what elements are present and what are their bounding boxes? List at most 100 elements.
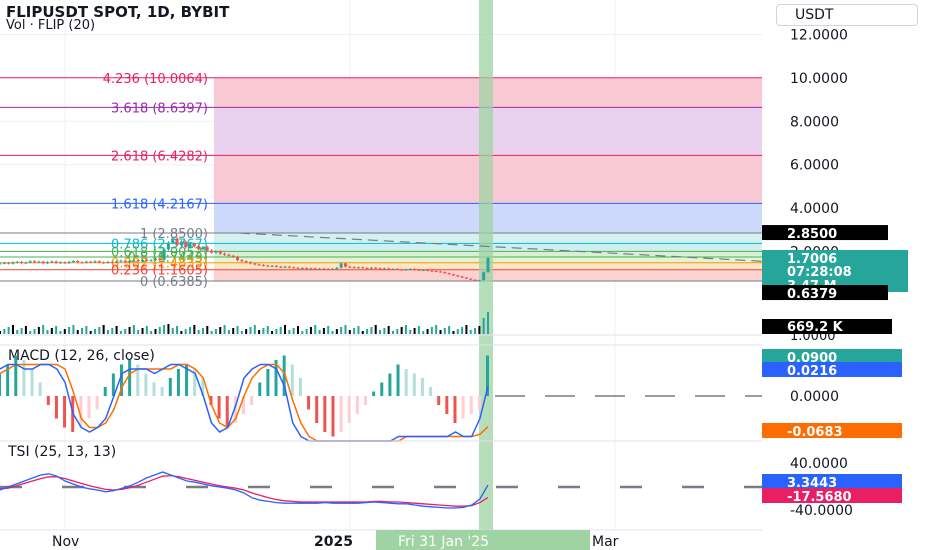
candle-body	[193, 244, 196, 246]
fib-label-2.618: 2.618 (6.4282)	[111, 149, 208, 164]
volume-bar	[457, 329, 459, 334]
chart-canvas[interactable]: 4.236 (10.0064)3.618 (8.6397)2.618 (6.42…	[0, 0, 932, 550]
candle-body	[119, 261, 122, 262]
macd-histogram-bar	[39, 383, 42, 397]
candle-body	[249, 262, 252, 263]
candle-body	[318, 269, 321, 270]
volume-bar	[120, 331, 122, 334]
macd-histogram-bar	[364, 396, 367, 405]
candle-body	[344, 263, 347, 266]
candle-body	[214, 252, 217, 253]
macd-histogram-bar	[356, 396, 359, 414]
candle-body	[98, 261, 101, 262]
candle-body	[288, 267, 291, 268]
volume-bar	[452, 331, 454, 334]
volume-bar	[388, 326, 390, 334]
volume-bar	[38, 327, 40, 334]
macd-histogram-bar	[331, 396, 334, 437]
volume-bar	[487, 312, 489, 334]
volume-bar	[215, 329, 217, 334]
price-axis-tick: 10.0000	[790, 71, 848, 87]
candle-body	[167, 243, 170, 250]
price-axis-tick: 6.0000	[790, 158, 839, 174]
volume-bar	[474, 328, 476, 334]
macd-title: MACD (12, 26, close)	[8, 348, 155, 364]
candle-body	[443, 272, 446, 273]
candle-body	[210, 250, 213, 252]
macd-histogram-bar	[47, 396, 50, 405]
macd-zero-tick: 0.0000	[790, 389, 839, 405]
candle-body	[132, 260, 135, 261]
volume-bar	[414, 328, 416, 334]
volume-bar	[142, 328, 144, 334]
macd-histogram-bar	[87, 396, 90, 419]
volume-bar	[431, 327, 433, 334]
candle-body	[141, 260, 144, 262]
volume-label: 669.2 K	[787, 320, 844, 335]
volume-bar	[180, 331, 182, 334]
volume-bar	[64, 329, 66, 334]
volume-bar	[21, 328, 23, 334]
volume-bar	[297, 326, 299, 334]
tsi-axis-tick: 40.0000	[790, 456, 848, 472]
candle-body	[404, 269, 407, 270]
candle-body	[245, 261, 248, 262]
volume-bar	[146, 326, 148, 334]
volume-bar	[47, 330, 49, 334]
candle-body	[379, 268, 382, 269]
volume-bar	[254, 325, 256, 334]
candle-body	[115, 261, 118, 262]
macd-histogram-bar	[340, 396, 343, 432]
volume-bar	[465, 325, 467, 334]
volume-bar	[172, 328, 174, 334]
volume-bar	[16, 330, 18, 334]
volume-bar	[323, 328, 325, 334]
volume-bar	[409, 330, 411, 334]
candle-body	[236, 257, 239, 260]
time-axis-label: Mar	[592, 534, 619, 550]
volume-bar	[249, 327, 251, 334]
candle-body	[111, 262, 114, 263]
candle-body	[106, 262, 109, 263]
macd-histogram-bar	[470, 396, 473, 414]
macd-histogram-bar	[22, 360, 25, 396]
tsi-signal-line	[0, 476, 488, 507]
volume-bar	[280, 327, 282, 334]
volume-bar	[3, 329, 5, 334]
volume-bar	[137, 330, 139, 334]
volume-bar	[133, 325, 135, 334]
macd-histogram-bar	[258, 383, 261, 397]
volume-bar	[448, 326, 450, 334]
volume-bar	[362, 331, 364, 334]
candle-body	[266, 266, 269, 267]
candle-body	[335, 268, 338, 269]
tsi-value-label: -17.5680	[787, 490, 852, 505]
volume-bar	[353, 328, 355, 334]
volume-bar	[344, 325, 346, 334]
macd-histogram-bar	[266, 369, 269, 396]
candle-body	[456, 275, 459, 276]
candle-body	[487, 258, 490, 272]
price-axis-tick: 4.0000	[790, 201, 839, 217]
volume-bar	[301, 331, 303, 334]
volume-bar	[284, 325, 286, 334]
macd-histogram-bar	[413, 374, 416, 397]
fib-label-3.618: 3.618 (8.6397)	[111, 101, 208, 116]
macd-histogram-bar	[128, 360, 131, 396]
candle-body	[361, 267, 364, 268]
macd-histogram-bar	[429, 387, 432, 396]
candle-body	[137, 260, 140, 261]
volume-bar	[154, 329, 156, 334]
volume-bar	[349, 330, 351, 334]
volume-bar	[103, 325, 105, 334]
candle-body	[400, 270, 403, 271]
candle-body	[33, 261, 36, 262]
macd-histogram-bar	[14, 356, 17, 397]
macd-histogram-bar	[144, 374, 147, 397]
currency-button[interactable]: USDT	[776, 4, 918, 26]
candle-body	[163, 249, 166, 259]
volume-bar	[193, 325, 195, 334]
volume-bar	[383, 328, 385, 334]
macd-histogram-bar	[348, 396, 351, 423]
candle-body	[439, 271, 442, 272]
